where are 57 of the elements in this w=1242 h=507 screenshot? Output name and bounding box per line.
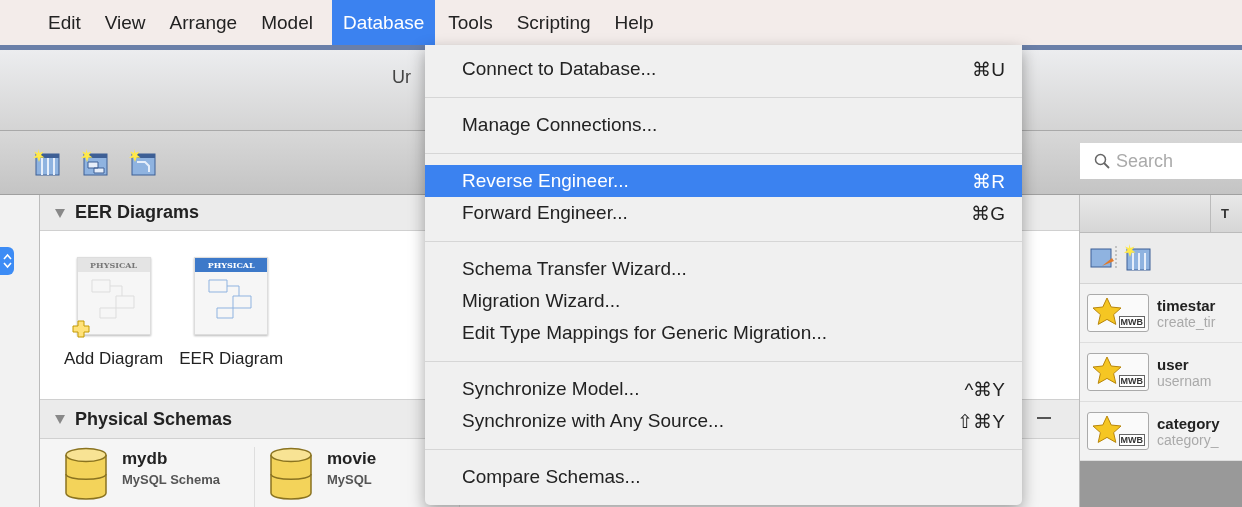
new-view-icon[interactable] <box>81 148 109 177</box>
menu-option[interactable]: Reverse Engineer... ⌘R <box>425 165 1022 197</box>
disclosure-triangle-down-icon[interactable] <box>54 206 66 219</box>
menu-option[interactable]: Edit Type Mappings for Generic Migration... <box>425 317 1022 349</box>
section-title: Physical Schemas <box>75 408 233 430</box>
snippet-icon: MWB <box>1087 294 1149 332</box>
menu-option[interactable]: Compare Schemas... <box>425 461 1022 493</box>
snippet-item[interactable]: MWB category category_ <box>1080 402 1242 461</box>
snippet-title: category <box>1157 414 1220 432</box>
schema-type: MySQL Schema <box>122 472 221 487</box>
database-icon <box>269 447 313 501</box>
snippet-detail: category_ <box>1157 431 1219 448</box>
new-table-icon[interactable] <box>33 148 61 177</box>
window-title: Ur <box>392 67 411 87</box>
snippet-detail: create_tir <box>1157 313 1216 330</box>
menu-option[interactable]: Synchronize Model... ^⌘Y <box>425 373 1022 405</box>
section-title: EER Diagrams <box>75 202 200 223</box>
diagram-label: EER Diagram <box>179 349 284 369</box>
shortcut-label: ^⌘Y <box>964 377 1005 401</box>
shortcut-label: ⇧⌘Y <box>957 409 1005 433</box>
snippet-item[interactable]: MWB timestar create_tir <box>1080 284 1242 343</box>
shortcut-label: ⌘G <box>971 201 1005 225</box>
menu-item[interactable]: Help <box>603 0 665 45</box>
new-routine-icon[interactable] <box>129 148 157 177</box>
diagram-label: Add Diagram <box>64 349 164 369</box>
panel-tab[interactable]: T <box>1210 195 1242 232</box>
shortcut-label: ⌘U <box>972 57 1005 81</box>
menu-option[interactable]: Forward Engineer... ⌘G <box>425 197 1022 229</box>
schema-name: mydb <box>122 449 169 469</box>
search-field[interactable]: Search <box>1080 143 1242 179</box>
snippet-item[interactable]: MWB user usernam <box>1080 343 1242 402</box>
snippet-icon: MWB <box>1087 353 1149 391</box>
disclosure-triangle-down-icon[interactable] <box>54 413 66 425</box>
snippet-title: user <box>1157 355 1190 373</box>
menu-option[interactable]: Connect to Database... ⌘U <box>425 53 1022 85</box>
shortcut-label: ⌘R <box>972 169 1005 193</box>
remove-icon[interactable] <box>1037 417 1051 421</box>
snippet-title: timestar <box>1157 296 1216 314</box>
menu-item[interactable]: View <box>93 0 157 45</box>
menu-item[interactable]: Tools <box>437 0 504 45</box>
menu-option[interactable]: Schema Transfer Wizard... <box>425 253 1022 285</box>
database-icon <box>64 447 108 501</box>
schema-name: movie <box>327 449 377 469</box>
stepper-control[interactable] <box>0 247 14 275</box>
new-table-icon[interactable] <box>1124 244 1152 272</box>
menu-option[interactable]: Migration Wizard... <box>425 285 1022 317</box>
snippet-detail: usernam <box>1157 372 1212 389</box>
menu-option[interactable]: Synchronize with Any Source... ⇧⌘Y <box>425 405 1022 437</box>
schema-type: MySQL <box>327 472 373 487</box>
menu-item[interactable]: Model <box>250 0 324 45</box>
menu-item[interactable]: Database <box>331 0 436 45</box>
snippet-icon: MWB <box>1087 412 1149 450</box>
menu-option[interactable]: Manage Connections... <box>425 109 1022 141</box>
menu-item[interactable]: Edit <box>37 0 92 45</box>
menu-item[interactable]: Arrange <box>158 0 249 45</box>
menu-item[interactable]: Scripting <box>505 0 602 45</box>
diagram-icon[interactable]: PHYSICAL <box>194 257 269 335</box>
